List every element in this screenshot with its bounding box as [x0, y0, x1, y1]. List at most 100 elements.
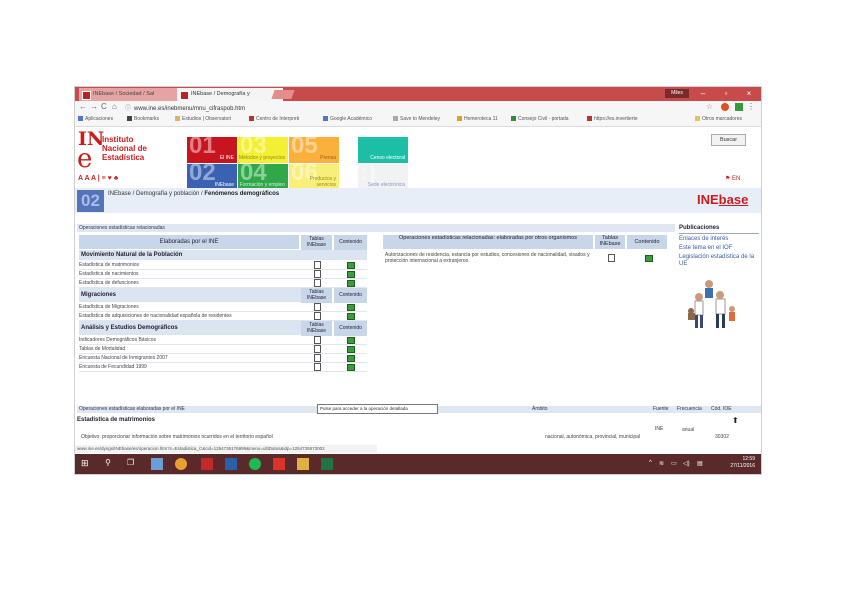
- network-icon[interactable]: ≋: [659, 460, 664, 467]
- browser-menu-icon[interactable]: ⋮: [747, 102, 755, 111]
- minimize-icon[interactable]: –: [693, 87, 713, 101]
- bookmark-item[interactable]: Otros marcadores: [695, 116, 742, 122]
- table-doc-icon[interactable]: [314, 354, 321, 362]
- inebase-logo[interactable]: INEbase: [697, 192, 748, 207]
- operation-link[interactable]: Encuesta Nacional de Inmigrantes 2007: [79, 355, 168, 361]
- breadcrumb-path[interactable]: INEbase / Demografía y población /: [108, 191, 204, 197]
- tile-inebase[interactable]: 02 INEbase: [187, 164, 237, 190]
- search-button[interactable]: Buscar: [711, 134, 746, 146]
- windows-start-icon[interactable]: ⊞: [81, 458, 93, 470]
- content-cube-icon[interactable]: [347, 304, 355, 311]
- operation-link[interactable]: Tablas de Mortalidad: [79, 346, 125, 352]
- tray-up-icon[interactable]: ^: [649, 460, 652, 466]
- table-doc-icon[interactable]: [314, 345, 321, 353]
- arrow-up-icon[interactable]: ⬆: [732, 416, 739, 425]
- new-tab-button[interactable]: [271, 90, 295, 99]
- ine-logo-e[interactable]: e: [77, 146, 92, 172]
- forward-icon[interactable]: →: [90, 102, 98, 111]
- profile-chip[interactable]: Miles: [665, 89, 689, 98]
- tile-metodos[interactable]: 03 Métodos y proyectos: [238, 137, 288, 163]
- maximize-icon[interactable]: ▫: [716, 87, 736, 101]
- bookmark-item[interactable]: Estudios | Observatori: [175, 116, 231, 122]
- browser-tab-2[interactable]: INEbase / Demografía y ×: [177, 88, 283, 101]
- table-doc-icon[interactable]: [314, 279, 321, 287]
- table-row[interactable]: Estadística de matrimonios: [79, 261, 367, 270]
- close-window-icon[interactable]: ×: [739, 87, 759, 101]
- operation-title[interactable]: Estadística de matrimonios: [77, 417, 155, 423]
- link-legislacion[interactable]: Legislación estadística de la UE: [679, 254, 759, 268]
- table-row[interactable]: Encuesta Nacional de Inmigrantes 2007: [79, 354, 367, 363]
- bookmark-item[interactable]: https://es.invertierte: [587, 116, 638, 122]
- table-row[interactable]: Estadística de nacimientos: [79, 270, 367, 279]
- tile-productos[interactable]: 06 Productos y servicios: [289, 164, 339, 190]
- app-icon[interactable]: [273, 458, 285, 470]
- content-cube-icon[interactable]: [347, 337, 355, 344]
- search-icon[interactable]: ⚲: [105, 458, 117, 470]
- content-cube-icon[interactable]: [347, 262, 355, 269]
- excel-icon[interactable]: [321, 458, 333, 470]
- table-row[interactable]: Tablas de Mortalidad: [79, 345, 367, 354]
- volume-icon[interactable]: ◁): [683, 460, 690, 467]
- content-cube-icon[interactable]: [645, 255, 653, 262]
- content-cube-icon[interactable]: [347, 280, 355, 287]
- bookmark-item[interactable]: Bookmarks: [127, 116, 159, 122]
- info-icon[interactable]: ⓘ: [125, 106, 131, 112]
- home-icon[interactable]: ⌂: [112, 102, 117, 111]
- accessibility-tools[interactable]: A A A | ≡ ♥ ♣: [78, 175, 118, 182]
- table-doc-icon[interactable]: [608, 254, 615, 262]
- table-row[interactable]: Encuesta de Fecundidad 1999: [79, 363, 367, 372]
- language-switch[interactable]: ⚑ EN: [725, 175, 740, 182]
- word-icon[interactable]: [225, 458, 237, 470]
- notification-icon[interactable]: ▤: [697, 460, 703, 467]
- content-cube-icon[interactable]: [347, 346, 355, 353]
- table-doc-icon[interactable]: [314, 303, 321, 311]
- tile-censo-electoral[interactable]: Censo electoral: [358, 137, 408, 163]
- table-row[interactable]: Estadística de defunciones: [79, 279, 367, 288]
- reload-icon[interactable]: C: [101, 102, 107, 111]
- table-doc-icon[interactable]: [314, 270, 321, 278]
- tile-sede-electronica[interactable]: :) Sede electrónica: [358, 164, 408, 190]
- chrome-icon[interactable]: [175, 458, 187, 470]
- browser-tab-1[interactable]: INEbase / Sociedad / Sal ×: [79, 88, 188, 101]
- content-cube-icon[interactable]: [347, 364, 355, 371]
- back-icon[interactable]: ←: [79, 102, 87, 111]
- content-cube-icon[interactable]: [347, 313, 355, 320]
- operation-link[interactable]: Estadística de nacimientos: [79, 271, 138, 277]
- tile-prensa[interactable]: 05 Prensa: [289, 137, 339, 163]
- bookmark-star-icon[interactable]: ☆: [706, 102, 713, 111]
- table-row[interactable]: Estadística de adquisiciones de nacional…: [79, 312, 367, 321]
- table-doc-icon[interactable]: [314, 363, 321, 371]
- link-iof[interactable]: Este tema en el IOF: [679, 245, 759, 252]
- file-explorer-icon[interactable]: [151, 458, 163, 470]
- bookmark-item[interactable]: Google Académico: [323, 116, 372, 122]
- tile-formacion[interactable]: 04 Formación y empleo: [238, 164, 288, 190]
- bookmark-apps[interactable]: Aplicaciones: [78, 116, 113, 122]
- content-cube-icon[interactable]: [347, 271, 355, 278]
- task-view-icon[interactable]: ❐: [127, 458, 139, 470]
- table-row[interactable]: Indicadores Demográficos Básicos: [79, 336, 367, 345]
- extension-icon[interactable]: [735, 103, 743, 111]
- folder-icon[interactable]: [297, 458, 309, 470]
- tile-el-ine[interactable]: 01 El INE: [187, 137, 237, 163]
- operation-link[interactable]: Estadística de adquisiciones de nacional…: [79, 313, 232, 319]
- link-enlaces[interactable]: Enlaces de interés: [679, 236, 759, 243]
- pdf-reader-icon[interactable]: [201, 458, 213, 470]
- bookmark-item[interactable]: Centro de Interpreti: [249, 116, 299, 122]
- clock[interactable]: 12:59 27/11/2016: [730, 456, 755, 470]
- spotify-icon[interactable]: [249, 458, 261, 470]
- operation-link[interactable]: Estadística de matrimonios: [79, 262, 139, 268]
- bookmark-item[interactable]: Consejo Civil - portada: [511, 116, 569, 122]
- operation-link[interactable]: Indicadores Demográficos Básicos: [79, 337, 156, 343]
- operation-link[interactable]: Encuesta de Fecundidad 1999: [79, 364, 147, 370]
- bookmark-item[interactable]: Hemeroteca 11: [457, 116, 498, 122]
- operation-link[interactable]: Estadística de defunciones: [79, 280, 139, 286]
- table-doc-icon[interactable]: [314, 312, 321, 320]
- content-cube-icon[interactable]: [347, 355, 355, 362]
- bookmark-item[interactable]: Save to Mendeley: [393, 116, 440, 122]
- table-row[interactable]: Estadística de Migraciones: [79, 303, 367, 312]
- table-doc-icon[interactable]: [314, 336, 321, 344]
- operation-link[interactable]: Estadística de Migraciones: [79, 304, 139, 310]
- extension-icon[interactable]: [721, 103, 729, 111]
- other-operation-link[interactable]: Autorizaciones de residencia, estancia p…: [385, 252, 590, 264]
- battery-icon[interactable]: ▭: [671, 460, 677, 467]
